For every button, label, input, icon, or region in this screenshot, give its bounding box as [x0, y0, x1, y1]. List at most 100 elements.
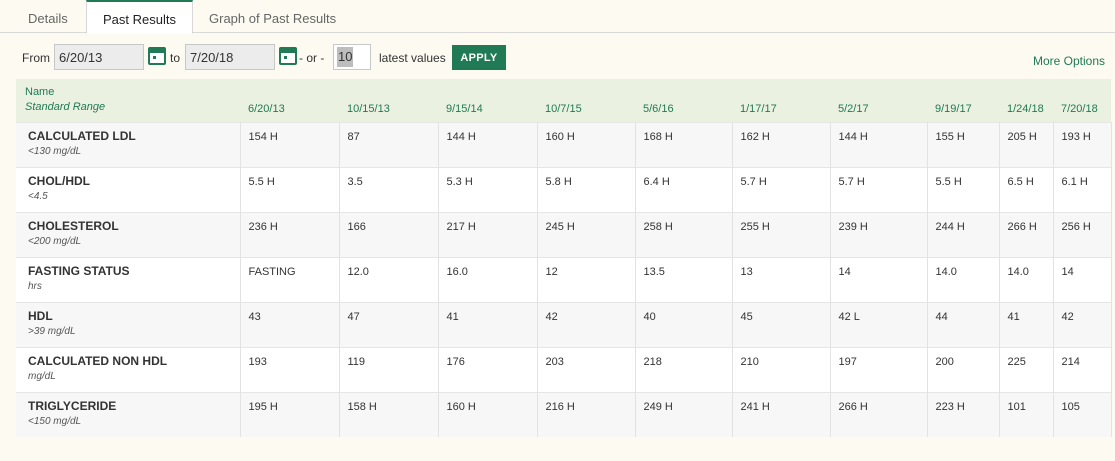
result-value-cell[interactable]: 223 H	[927, 391, 1000, 437]
latest-count-input[interactable]: 10	[333, 44, 371, 70]
result-value-cell[interactable]: 5.7 H	[732, 166, 831, 212]
table-row[interactable]: CALCULATED LDL <130 mg/dL 154 H 87 144 H 160 …	[16, 121, 1112, 167]
result-value-cell[interactable]: 42	[537, 301, 636, 347]
result-value-cell[interactable]: 44	[927, 301, 1000, 347]
table-row[interactable]: CALCULATED NON HDL mg/dL 193 119 176 203 218 21…	[16, 346, 1112, 392]
result-value-cell[interactable]: 197	[830, 346, 928, 392]
result-value-cell[interactable]: 6.5 H	[999, 166, 1054, 212]
test-name-cell[interactable]: FASTING STATUS hrs	[16, 256, 241, 302]
result-value-cell[interactable]: 5.8 H	[537, 166, 636, 212]
test-name[interactable]: CHOLESTEROL	[28, 219, 239, 234]
result-value-cell[interactable]: 176	[438, 346, 538, 392]
test-name[interactable]: CHOL/HDL	[28, 174, 239, 189]
result-value-cell[interactable]: 101	[999, 391, 1054, 437]
result-value-cell[interactable]: 14.0	[999, 256, 1054, 302]
result-value-cell[interactable]: 14	[1053, 256, 1112, 302]
result-value-cell[interactable]: 6.4 H	[635, 166, 733, 212]
result-value-cell[interactable]: 266 H	[830, 391, 928, 437]
result-value-cell[interactable]: 241 H	[732, 391, 831, 437]
result-value-cell[interactable]: 13.5	[635, 256, 733, 302]
result-value-cell[interactable]: 160 H	[537, 121, 636, 167]
result-value-cell[interactable]: 5.5 H	[927, 166, 1000, 212]
test-name[interactable]: HDL	[28, 309, 239, 324]
result-value-cell[interactable]: 87	[339, 121, 439, 167]
result-value-cell[interactable]: 6.1 H	[1053, 166, 1112, 212]
result-value-cell[interactable]: 42	[1053, 301, 1112, 347]
result-value-cell[interactable]: 244 H	[927, 211, 1000, 257]
table-row[interactable]: TRIGLYCERIDE <150 mg/dL 195 H 158 H 160 H 216…	[16, 391, 1112, 437]
date-header[interactable]: 1/17/17	[732, 79, 830, 122]
date-header[interactable]: 10/15/13	[339, 79, 438, 122]
result-value-cell[interactable]: 255 H	[732, 211, 831, 257]
to-date-input[interactable]	[185, 44, 275, 70]
result-value-cell[interactable]: 47	[339, 301, 439, 347]
result-value-cell[interactable]: 225	[999, 346, 1054, 392]
result-value-cell[interactable]: 3.5	[339, 166, 439, 212]
result-value-cell[interactable]: 217 H	[438, 211, 538, 257]
result-value-cell[interactable]: 16.0	[438, 256, 538, 302]
result-value-cell[interactable]: 214	[1053, 346, 1112, 392]
result-value-cell[interactable]: FASTING	[240, 256, 340, 302]
test-name[interactable]: FASTING STATUS	[28, 264, 239, 279]
result-value-cell[interactable]: 218	[635, 346, 733, 392]
more-options-link[interactable]: More Options	[1033, 54, 1105, 68]
result-value-cell[interactable]: 200	[927, 346, 1000, 392]
test-name-cell[interactable]: CALCULATED LDL <130 mg/dL	[16, 121, 241, 167]
result-value-cell[interactable]: 144 H	[830, 121, 928, 167]
result-value-cell[interactable]: 266 H	[999, 211, 1054, 257]
date-header[interactable]: 1/24/18	[999, 79, 1053, 122]
result-value-cell[interactable]: 258 H	[635, 211, 733, 257]
result-value-cell[interactable]: 236 H	[240, 211, 340, 257]
table-row[interactable]: CHOL/HDL <4.5 5.5 H 3.5 5.3 H 5.8 H 6.4 H 5.7 H…	[16, 166, 1112, 212]
result-value-cell[interactable]: 216 H	[537, 391, 636, 437]
result-value-cell[interactable]: 119	[339, 346, 439, 392]
test-name[interactable]: CALCULATED NON HDL	[28, 354, 239, 369]
result-value-cell[interactable]: 13	[732, 256, 831, 302]
to-calendar-icon[interactable]	[279, 47, 297, 65]
result-value-cell[interactable]: 160 H	[438, 391, 538, 437]
result-value-cell[interactable]: 14	[830, 256, 928, 302]
result-value-cell[interactable]: 195 H	[240, 391, 340, 437]
result-value-cell[interactable]: 256 H	[1053, 211, 1112, 257]
test-name-cell[interactable]: TRIGLYCERIDE <150 mg/dL	[16, 391, 241, 437]
result-value-cell[interactable]: 5.7 H	[830, 166, 928, 212]
result-value-cell[interactable]: 12.0	[339, 256, 439, 302]
table-row[interactable]: CHOLESTEROL <200 mg/dL 236 H 166 217 H 245 H2…	[16, 211, 1112, 257]
date-header[interactable]: 10/7/15	[537, 79, 635, 122]
result-value-cell[interactable]: 105	[1053, 391, 1112, 437]
result-value-cell[interactable]: 5.3 H	[438, 166, 538, 212]
result-value-cell[interactable]: 14.0	[927, 256, 1000, 302]
date-header[interactable]: 7/20/18	[1053, 79, 1111, 122]
test-name-cell[interactable]: CALCULATED NON HDL mg/dL	[16, 346, 241, 392]
result-value-cell[interactable]: 205 H	[999, 121, 1054, 167]
result-value-cell[interactable]: 245 H	[537, 211, 636, 257]
date-header[interactable]: 9/19/17	[927, 79, 999, 122]
result-value-cell[interactable]: 41	[438, 301, 538, 347]
test-name-cell[interactable]: HDL >39 mg/dL	[16, 301, 241, 347]
result-value-cell[interactable]: 249 H	[635, 391, 733, 437]
result-value-cell[interactable]: 154 H	[240, 121, 340, 167]
result-value-cell[interactable]: 144 H	[438, 121, 538, 167]
date-header[interactable]: 5/2/17	[830, 79, 927, 122]
result-value-cell[interactable]: 42 L	[830, 301, 928, 347]
tab-past-results[interactable]: Past Results	[86, 0, 193, 34]
test-name[interactable]: TRIGLYCERIDE	[28, 399, 239, 414]
result-value-cell[interactable]: 43	[240, 301, 340, 347]
from-date-input[interactable]	[54, 44, 144, 70]
table-row[interactable]: FASTING STATUS hrs FASTING 12.0 16.0 12 13.5 13…	[16, 256, 1112, 302]
result-value-cell[interactable]: 45	[732, 301, 831, 347]
result-value-cell[interactable]: 203	[537, 346, 636, 392]
date-header[interactable]: 6/20/13	[240, 79, 339, 122]
date-header[interactable]: 5/6/16	[635, 79, 732, 122]
result-value-cell[interactable]: 162 H	[732, 121, 831, 167]
result-value-cell[interactable]: 155 H	[927, 121, 1000, 167]
tab-graph-of-past-results[interactable]: Graph of Past Results	[193, 0, 352, 34]
result-value-cell[interactable]: 168 H	[635, 121, 733, 167]
test-name-cell[interactable]: CHOLESTEROL <200 mg/dL	[16, 211, 241, 257]
result-value-cell[interactable]: 12	[537, 256, 636, 302]
date-header[interactable]: 9/15/14	[438, 79, 537, 122]
from-calendar-icon[interactable]	[148, 47, 166, 65]
result-value-cell[interactable]: 158 H	[339, 391, 439, 437]
apply-button[interactable]: APPLY	[452, 45, 506, 70]
result-value-cell[interactable]: 166	[339, 211, 439, 257]
